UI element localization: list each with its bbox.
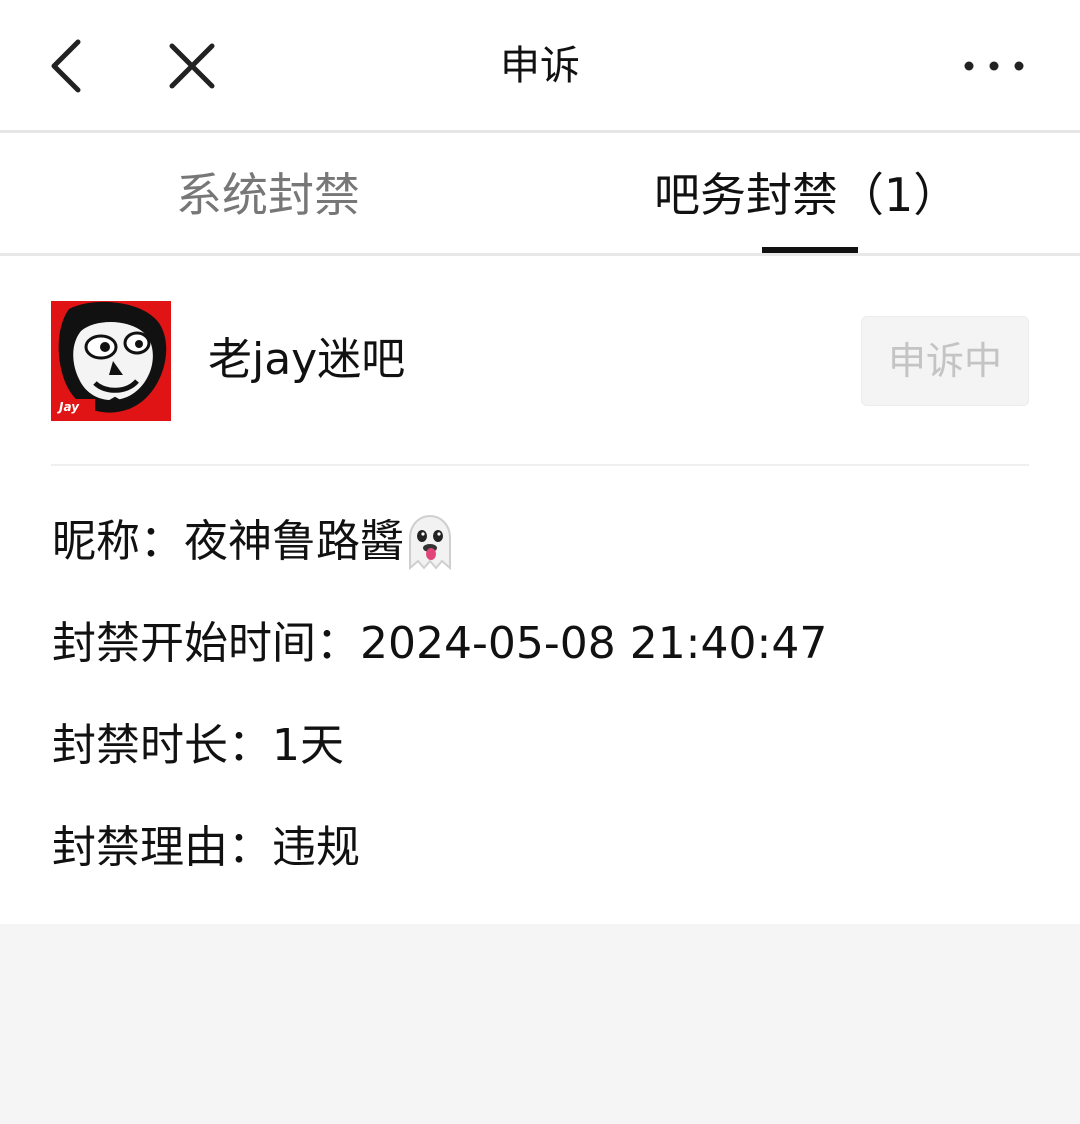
nickname-label: 昵称： <box>52 516 184 567</box>
ban-duration-value: 1天 <box>272 720 344 771</box>
page-title: 申诉 <box>500 43 580 89</box>
nickname-value: 夜神鲁路醬 <box>184 516 404 567</box>
nickname-line: 昵称：夜神鲁路醬 <box>52 514 456 570</box>
top-nav-bar: 申诉 <box>0 0 1080 133</box>
ban-start-label: 封禁开始时间： <box>52 618 360 669</box>
ban-reason-line: 封禁理由：违规 <box>52 820 360 876</box>
appeal-status-badge: 申诉中 <box>861 316 1029 406</box>
appeal-page: 申诉 系统封禁 吧务封禁（1） Jay 老jay迷吧 申诉中 昵称：夜神鲁路醬 … <box>0 0 1080 1124</box>
ban-reason-value: 违规 <box>272 822 360 873</box>
ban-start-line: 封禁开始时间：2024-05-08 21:40:47 <box>52 616 827 672</box>
active-tab-indicator <box>762 247 858 253</box>
forum-name[interactable]: 老jay迷吧 <box>208 332 405 388</box>
ban-start-value: 2024-05-08 21:40:47 <box>360 618 828 669</box>
ban-type-tabs: 系统封禁 吧务封禁（1） <box>0 133 1080 256</box>
svg-text:Jay: Jay <box>57 400 80 414</box>
ban-reason-label: 封禁理由： <box>52 822 272 873</box>
ban-duration-line: 封禁时长：1天 <box>52 718 344 774</box>
tab-system-ban[interactable]: 系统封禁 <box>176 167 360 223</box>
ghost-emoji-icon <box>409 514 451 570</box>
divider <box>51 464 1029 466</box>
ban-record-card: Jay 老jay迷吧 申诉中 昵称：夜神鲁路醬 封禁开始时间：2024-05-0… <box>0 256 1080 924</box>
forum-row: Jay 老jay迷吧 申诉中 <box>0 256 1080 466</box>
tab-forum-admin-ban[interactable]: 吧务封禁（1） <box>654 167 959 223</box>
more-button[interactable] <box>952 26 1036 106</box>
forum-avatar-image: Jay <box>51 301 171 421</box>
ban-duration-label: 封禁时长： <box>52 720 272 771</box>
more-dots-icon <box>964 61 1024 71</box>
forum-avatar[interactable]: Jay <box>51 301 171 421</box>
